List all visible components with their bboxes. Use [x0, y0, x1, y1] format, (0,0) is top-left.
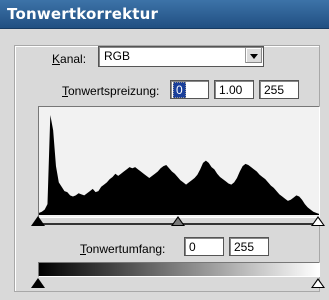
- handle-fill: [33, 218, 43, 225]
- handle-fill: [313, 280, 323, 287]
- input-black-field[interactable]: 0: [170, 80, 209, 99]
- input-levels-label: Tonwertspreizung:: [62, 84, 160, 98]
- output-white-field[interactable]: 255: [229, 237, 269, 256]
- channel-label: Kanal:: [52, 52, 87, 66]
- output-gradient-bar: [38, 262, 320, 277]
- histogram-area: [39, 115, 319, 215]
- handle-fill: [173, 218, 183, 225]
- input-white-handle[interactable]: [311, 216, 325, 226]
- histogram-graph: [39, 115, 319, 215]
- handle-fill: [313, 218, 323, 225]
- input-gamma-field[interactable]: 1.00: [214, 80, 254, 99]
- input-gamma-handle[interactable]: [171, 216, 185, 226]
- channel-dropdown[interactable]: RGB: [98, 46, 264, 67]
- input-black-handle[interactable]: [31, 216, 45, 226]
- title-bar[interactable]: Tonwertkorrektur: [0, 0, 329, 29]
- output-black-field[interactable]: 0: [184, 237, 224, 256]
- histogram: [38, 106, 320, 218]
- output-levels-label: Tonwertumfang:: [80, 242, 166, 256]
- channel-value: RGB: [104, 49, 131, 63]
- handle-fill: [33, 280, 43, 287]
- output-black-handle[interactable]: [31, 278, 45, 288]
- input-white-field[interactable]: 255: [259, 80, 299, 99]
- chevron-down-icon[interactable]: [245, 48, 262, 63]
- output-white-handle[interactable]: [311, 278, 325, 288]
- window-title: Tonwertkorrektur: [7, 5, 159, 23]
